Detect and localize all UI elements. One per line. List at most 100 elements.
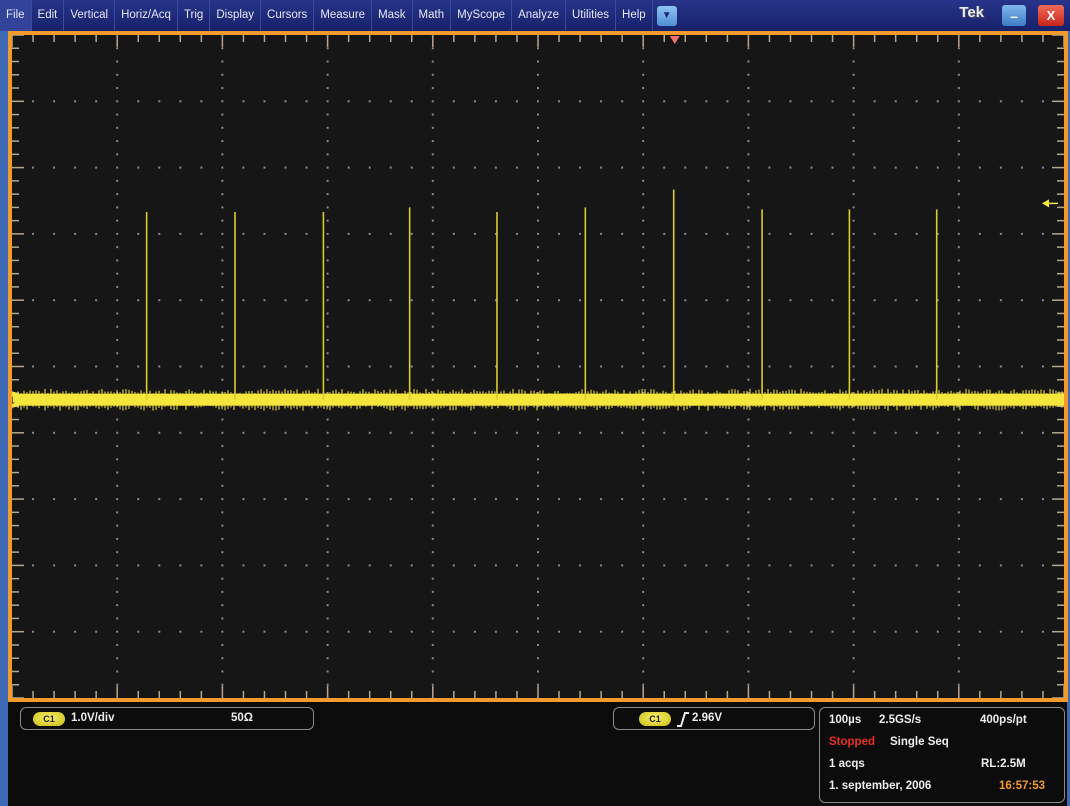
- grid-dot: [663, 100, 666, 103]
- grid-dot: [515, 431, 518, 434]
- grid-dot: [431, 445, 434, 448]
- grid-dot: [179, 166, 182, 169]
- menu-display[interactable]: Display: [210, 0, 262, 31]
- grid-dot: [242, 630, 245, 633]
- grid-dot: [452, 100, 455, 103]
- vertical-readout[interactable]: C1 1.0V/div 50Ω: [20, 707, 314, 730]
- menu-mask[interactable]: Mask: [372, 0, 413, 31]
- grid-dot: [537, 60, 539, 63]
- grid-dot: [726, 100, 729, 103]
- grid-dot: [747, 537, 750, 540]
- waveform-display[interactable]: 1: [8, 31, 1068, 702]
- grid-dot: [537, 193, 539, 196]
- date: 1. september, 2006: [829, 780, 932, 792]
- grid-dot: [537, 590, 539, 593]
- grid-dot: [537, 617, 539, 620]
- grid-dot: [558, 232, 561, 235]
- grid-dot: [494, 498, 497, 501]
- menu-utilities[interactable]: Utilities: [566, 0, 617, 31]
- grid-dot: [894, 630, 897, 633]
- grid-dot: [642, 564, 645, 567]
- grid-dot: [852, 551, 855, 554]
- grid-dot: [978, 100, 981, 103]
- grid-dot: [305, 365, 308, 368]
- grid-dot: [431, 670, 434, 673]
- grid-dot: [326, 643, 329, 646]
- grid-dot: [642, 206, 645, 209]
- grid-dot: [852, 219, 855, 222]
- menu-myscope[interactable]: MyScope: [451, 0, 513, 31]
- grid-dot: [116, 617, 119, 620]
- grid-dot: [873, 299, 876, 302]
- grid-dot: [74, 431, 77, 434]
- grid-dot: [579, 166, 582, 169]
- menu-edit[interactable]: Edit: [32, 0, 65, 31]
- grid-dot: [642, 670, 645, 673]
- grid-dot: [537, 498, 539, 501]
- grid-dot: [305, 630, 308, 633]
- menu-vertical[interactable]: Vertical: [64, 0, 116, 31]
- grid-dot: [642, 471, 645, 474]
- menu-analyze[interactable]: Analyze: [512, 0, 566, 31]
- grid-dot: [326, 113, 329, 116]
- grid-dot: [95, 564, 98, 567]
- grid-dot: [957, 60, 960, 63]
- grid-dot: [789, 630, 792, 633]
- menu-trig[interactable]: Trig: [178, 0, 211, 31]
- grid-dot: [537, 140, 539, 143]
- grid-dot: [957, 193, 960, 196]
- grid-dot: [95, 431, 98, 434]
- horizontal-acq-readout[interactable]: 100µs 2.5GS/s 400ps/pt Stopped Single Se…: [819, 707, 1065, 803]
- grid-dot: [579, 431, 582, 434]
- grid-dot: [852, 604, 855, 607]
- menu-math[interactable]: Math: [413, 0, 452, 31]
- grid-dot: [221, 87, 224, 90]
- grid-dot: [789, 232, 792, 235]
- grid-dot: [852, 657, 855, 660]
- grid-dot: [347, 100, 350, 103]
- grid-dot: [852, 246, 855, 249]
- grid-dot: [537, 206, 539, 209]
- grid-dot: [431, 87, 434, 90]
- grid-dot: [579, 630, 582, 633]
- grid-dot: [326, 193, 329, 196]
- grid-dot: [74, 100, 77, 103]
- grid-dot: [1041, 299, 1044, 302]
- grid-dot: [32, 299, 35, 302]
- grid-dot: [221, 232, 224, 235]
- menu-file[interactable]: File: [0, 0, 32, 31]
- grid-dot: [852, 179, 855, 182]
- grid-dot: [810, 630, 813, 633]
- grid-dot: [431, 590, 434, 593]
- grid-dot: [305, 564, 308, 567]
- grid-dot: [263, 232, 266, 235]
- grid-dot: [642, 113, 645, 116]
- menu-cursors[interactable]: Cursors: [261, 0, 315, 31]
- menu-dropdown-icon[interactable]: ▼: [656, 5, 677, 26]
- menu-measure[interactable]: Measure: [314, 0, 373, 31]
- grid-dot: [621, 365, 624, 368]
- grid-dot: [263, 498, 266, 501]
- grid-dot: [431, 126, 434, 129]
- grid-dot: [642, 643, 645, 646]
- grid-dot: [810, 166, 813, 169]
- grid-dot: [558, 564, 561, 567]
- menu-help[interactable]: Help: [616, 0, 653, 31]
- grid-dot: [579, 365, 582, 368]
- grid-dot: [116, 445, 119, 448]
- menu-horiz-acq[interactable]: Horiz/Acq: [115, 0, 178, 31]
- grid-dot: [116, 140, 119, 143]
- close-button[interactable]: X: [1038, 5, 1064, 26]
- grid-dot: [873, 564, 876, 567]
- grid-dot: [747, 325, 750, 328]
- grid-dot: [116, 179, 119, 182]
- grid-dot: [957, 590, 960, 593]
- grid-dot: [221, 590, 224, 593]
- grid-dot: [137, 232, 140, 235]
- minimize-button[interactable]: –: [1002, 5, 1026, 26]
- grid-dot: [747, 206, 750, 209]
- grid-dot: [537, 551, 539, 554]
- trigger-readout[interactable]: C1 2.96V: [613, 707, 815, 730]
- grid-dot: [53, 232, 56, 235]
- grid-dot: [705, 630, 708, 633]
